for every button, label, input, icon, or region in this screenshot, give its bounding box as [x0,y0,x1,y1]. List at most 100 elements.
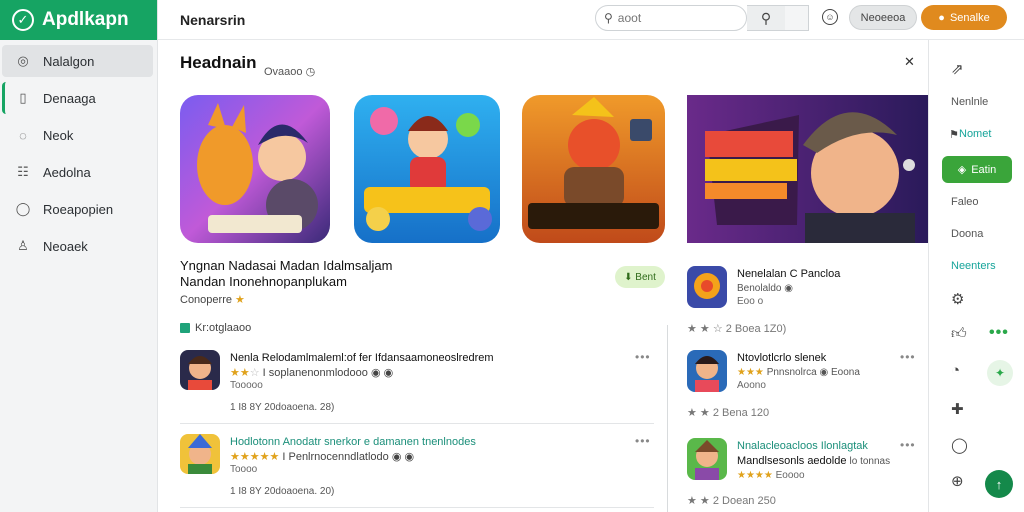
featured-game-tile[interactable] [354,95,500,243]
history-icon[interactable]: ◔ [951,362,960,379]
app-rating-text: I Penlrnocenndlatlodo [282,451,389,463]
get-button[interactable]: ⬇ Bent [615,266,665,288]
sidebar-item-roeapopien[interactable]: ◯ Roeapopien [2,193,153,225]
game-artwork [354,95,500,243]
close-icon[interactable]: ✕ [904,54,915,70]
sidebar-item-denaaga[interactable]: ▯ Denaaga [2,82,153,114]
featured-title-line1: Yngnan Nadasai Madan Idalmsaljam [180,258,393,273]
app-icon [180,350,220,390]
more-options-icon[interactable]: ••• [635,434,651,448]
scroll-top-button[interactable]: ↑ [985,470,1013,498]
globe-icon[interactable]: ⊕ [951,472,964,490]
app-rating: ★ ★ 2 Bena 120 [687,407,770,419]
magnifier-icon: ⚲ [760,9,772,26]
more-icon[interactable]: ••• [989,324,1009,342]
promo-banner[interactable] [687,95,928,243]
featured-meta-text: Conoperre [180,294,232,306]
puzzle-icon[interactable]: ✚ [951,400,964,418]
info-icon: ◉ [784,283,793,294]
app-title: Nenelalan C Pancloa [737,268,841,280]
primary-pill-label: Senalke [949,11,990,24]
primary-pill-button[interactable]: ● Senalke [921,5,1007,30]
section-subtitle[interactable]: Ovaaoo ◷ [264,65,315,78]
sidebar-item-label: Neoaek [43,238,88,254]
rail-item-neenters[interactable]: Neenters [951,260,996,272]
sidebar-item-label: Nalalgon [43,53,95,69]
settings-icon[interactable]: ⚙ [951,290,964,308]
arrow-up-icon: ↑ [995,476,1003,492]
search-options-button[interactable] [785,5,809,31]
app-extra: Toooo [230,464,258,475]
sidebar-item-label: Roeapopien [43,201,114,217]
featured-title-line2: Nandan Inonehnopanplukam [180,274,347,289]
app-icon [687,438,727,480]
page-title: Nenarsrin [180,11,246,28]
message-icon: ◯ [15,201,31,216]
search-icon: ⚲ [604,11,613,25]
thumbs-up-icon[interactable]: 👍︎ [951,325,967,343]
column-divider [667,325,668,512]
rail-action-button[interactable]: ◈ Eatin [942,156,1012,183]
star-icon: ★ [235,294,245,306]
emoji-icon[interactable]: ☺ [822,9,838,25]
sidebar-item-aedolna[interactable]: ☷ Aedolna [2,156,153,188]
search-input[interactable] [617,11,718,25]
right-rail: ⇗ Nenlnle ⚑ Nomet ◈ Eatin Faleo Doona Ne… [928,40,1024,512]
sidebar-item-neok[interactable]: ◌ Neok [2,119,153,151]
featured-meta: Conoperre ★ [180,293,245,306]
brand-header[interactable]: ✓ Apdlkapn [0,0,157,40]
main-content: Headnain Ovaaoo ◷ ✕ Yngnan Nadasai Madan… [158,40,928,512]
app-icon [687,266,727,308]
star-icon: ★★★★ [737,470,773,481]
shield-icon: ◈ [957,164,967,176]
app-extra: Tooooo [230,380,263,391]
banner-artwork [687,95,928,243]
game-artwork [522,95,665,243]
featured-title[interactable]: Yngnan Nadasai Madan Idalmsaljam Nandan … [180,258,510,290]
user-icon: ♙ [17,238,29,253]
download-icon: ⬇ [624,271,636,283]
pin-icon[interactable]: ✦ [987,360,1013,386]
app-rating: ★ ★ 2 Doean 250 [687,495,776,507]
sidebar-item-neoaek[interactable]: ♙ Neoaek [2,230,153,262]
star-empty-icon: ☆ [249,367,260,379]
game-artwork [180,95,330,243]
flag-icon: ⚑ [949,129,959,141]
app-rating-text: I soplanenonmlodooo [262,367,368,379]
checkbox[interactable] [180,323,190,333]
section-title: Headnain [180,53,257,72]
rating-row: ★★☆ I soplanenonmlodooo ◉ ◉ [230,366,393,379]
app-icon [687,350,727,392]
more-options-icon[interactable]: ••• [900,438,916,452]
app-subtitle-text: Pnnsnolrca [766,367,817,378]
rail-item-label: Nomet [959,128,992,140]
more-options-icon[interactable]: ••• [635,350,651,364]
clock-icon: ◷ [305,66,316,78]
more-options-icon[interactable]: ••• [900,350,916,364]
help-icon[interactable]: ◯ [951,436,968,454]
search-box[interactable]: ⚲ [595,5,747,31]
sidebar-item-label: Neok [43,127,74,143]
app-extra: Aoono [737,380,766,391]
search-button[interactable]: ⚲ [747,5,785,31]
featured-game-tile[interactable] [522,95,665,243]
secondary-pill-button[interactable]: Neoeeoa [849,5,917,30]
app-date: 1 I8 8Y 20doaoena. 20) [230,486,335,497]
info-icon: ◉ [819,367,832,378]
section-subtitle-text: Ovaaoo [264,66,303,78]
get-button-label: Bent [635,271,656,283]
app-subtitle-tail: Eoona [831,367,860,378]
rail-item-doona[interactable]: Doona [951,228,983,240]
share-icon[interactable]: ⇗ [951,60,964,78]
rail-item-nomet[interactable]: ⚑ Nomet [949,128,992,141]
rail-item-faleo[interactable]: Faleo [951,196,979,208]
filter-toggle[interactable]: Kr:otglaaoo [180,322,251,334]
featured-game-tile[interactable] [180,95,330,243]
rail-item-nenlnle[interactable]: Nenlnle [951,96,988,108]
star-icon: ★★★★★ [230,451,280,463]
app-title-text: Nnalacleoacloos Ilonlagtak [737,440,868,452]
logo-icon: ✓ [12,9,34,31]
app-subtitle: Mandlsesonls aedolde lo tonnas [737,455,890,467]
row-divider [180,423,654,424]
sidebar-item-nalalgon[interactable]: ◎ Nalalgon [2,45,153,77]
